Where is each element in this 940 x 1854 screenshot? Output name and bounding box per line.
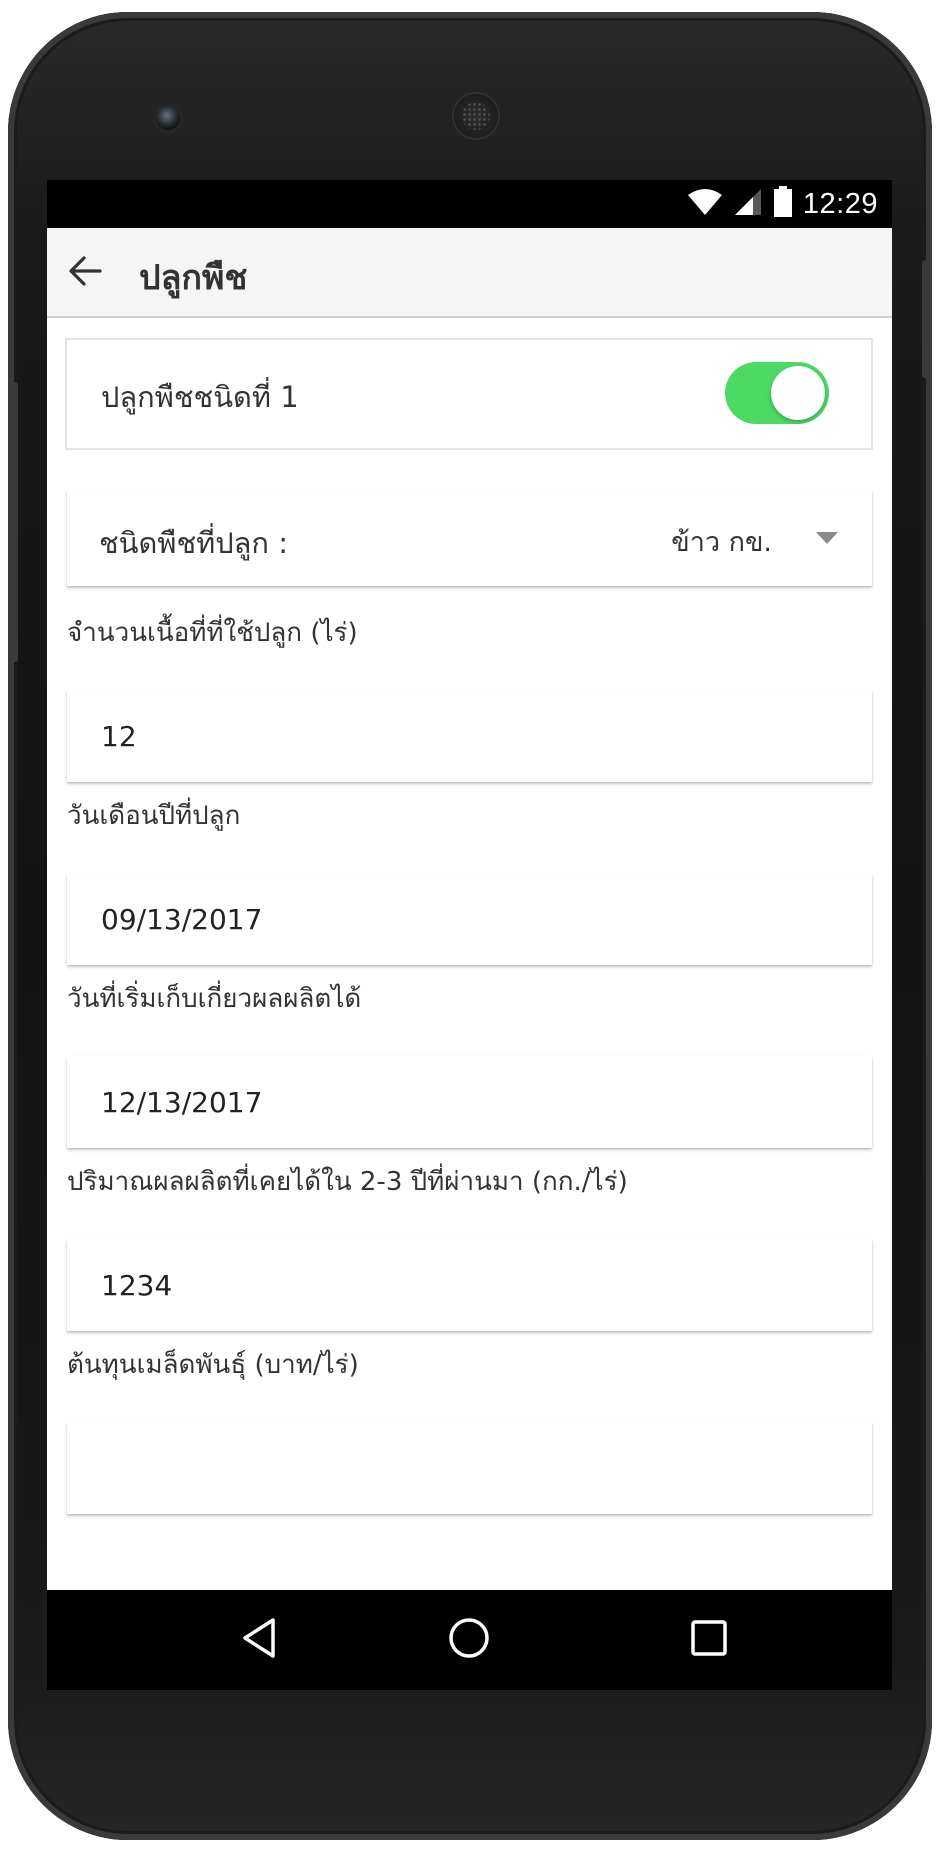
area-label: จำนวนเนื้อที่ที่ใช้ปลูก (ไร่) xyxy=(67,618,358,648)
nav-recents-button[interactable] xyxy=(679,1610,739,1670)
switch-knob xyxy=(771,366,825,420)
arrow-back-icon xyxy=(67,253,103,293)
crop-type-select[interactable]: ชนิดพืชที่ปลูก : ข้าว กข. xyxy=(67,490,872,586)
seed-cost-input[interactable] xyxy=(67,1422,872,1514)
app-toolbar: ปลูกพืช xyxy=(47,228,892,318)
nav-back-button[interactable] xyxy=(229,1610,289,1670)
volume-button xyxy=(10,382,18,662)
yield-label: ปริมาณผลผลิตที่เคยได้ใน 2-3 ปีที่ผ่านมา … xyxy=(67,1167,628,1197)
wifi-icon xyxy=(687,187,723,221)
nav-home-button[interactable] xyxy=(439,1610,499,1670)
nav-recents-icon xyxy=(689,1618,729,1662)
area-input[interactable]: 12 xyxy=(67,690,872,782)
crop-toggle-label: ปลูกพืชชนิดที่ 1 xyxy=(101,380,299,414)
back-button[interactable] xyxy=(57,245,113,301)
crop-type-value: ข้าว กข. xyxy=(671,527,772,558)
power-button xyxy=(922,260,930,378)
battery-icon xyxy=(773,186,793,222)
crop-form: ปลูกพืชชนิดที่ 1 ชนิดพืชที่ปลูก : ข้าว ก… xyxy=(47,318,892,1610)
plant-date-value: 09/13/2017 xyxy=(101,903,263,936)
signal-icon xyxy=(733,187,763,221)
harvest-date-input[interactable]: 12/13/2017 xyxy=(67,1056,872,1148)
harvest-date-value: 12/13/2017 xyxy=(101,1086,263,1119)
status-time: 12:29 xyxy=(802,187,878,220)
nav-back-icon xyxy=(239,1616,279,1664)
front-camera xyxy=(156,106,180,130)
dropdown-caret-icon xyxy=(816,532,838,544)
plant-date-label: วันเดือนปีที่ปลูก xyxy=(67,801,241,831)
yield-value: 1234 xyxy=(101,1269,173,1302)
nav-home-icon xyxy=(447,1616,491,1664)
system-nav-bar xyxy=(47,1590,892,1690)
earpiece-speaker xyxy=(454,94,498,138)
seed-cost-label: ต้นทุนเมล็ดพันธุ์ (บาท/ไร่) xyxy=(67,1350,359,1380)
harvest-date-label: วันที่เริ่มเก็บเกี่ยวผลผลิตได้ xyxy=(67,984,362,1014)
plant-date-input[interactable]: 09/13/2017 xyxy=(67,873,872,965)
crop-toggle-card: ปลูกพืชชนิดที่ 1 xyxy=(65,338,873,450)
status-bar: 12:29 xyxy=(47,180,892,228)
page-title: ปลูกพืช xyxy=(139,258,248,298)
crop-toggle-switch[interactable] xyxy=(725,362,829,424)
phone-screen: 12:29 ปลูกพืช ปลูกพืชชนิดที่ 1 ชนิดพืชที… xyxy=(47,180,892,1690)
yield-input[interactable]: 1234 xyxy=(67,1239,872,1331)
crop-type-label: ชนิดพืชที่ปลูก : xyxy=(99,526,288,560)
area-value: 12 xyxy=(101,720,137,753)
